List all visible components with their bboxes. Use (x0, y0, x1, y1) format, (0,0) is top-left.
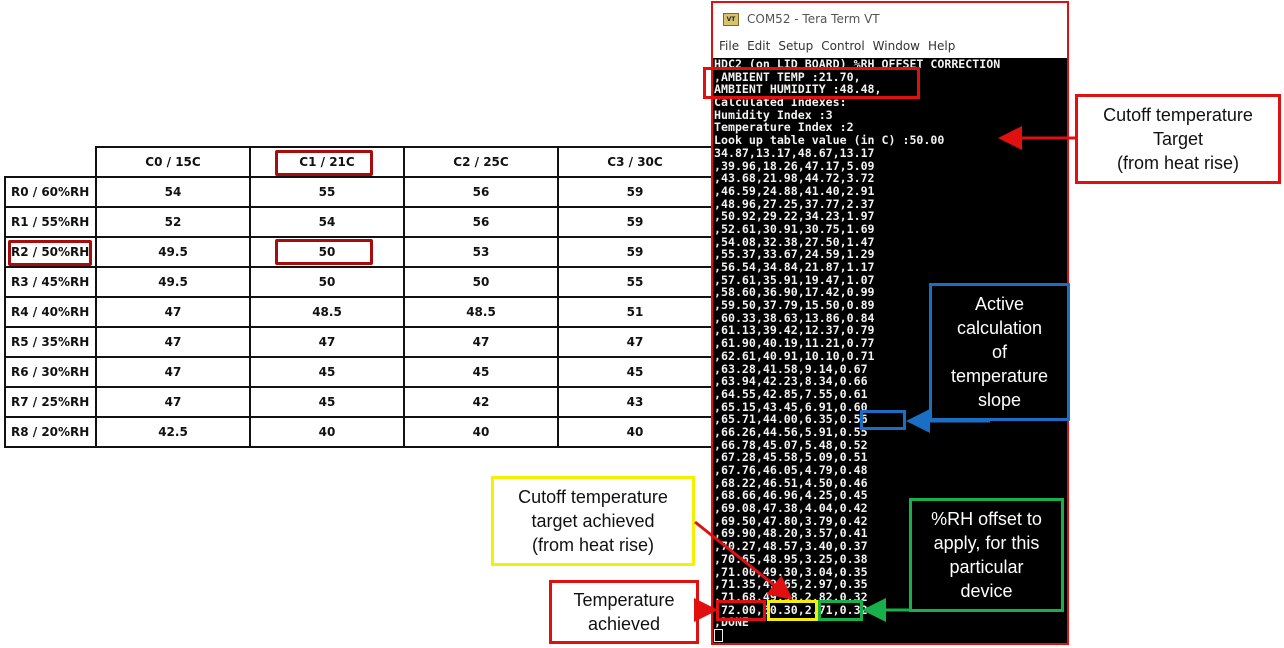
table-cell: 45 (249, 356, 405, 388)
row-label: R4 / 40%RH (4, 296, 97, 328)
menu-setup[interactable]: Setup (778, 39, 813, 53)
table-cell: 54 (249, 206, 405, 238)
column-header-highlighted: C1 / 21C (249, 146, 405, 178)
table-cell: 47 (249, 326, 405, 358)
terminal-cursor-line (714, 628, 1067, 642)
table-cell: 53 (403, 236, 559, 268)
table-cell: 40 (403, 416, 559, 448)
row-label: R6 / 30%RH (4, 356, 97, 388)
terminal-line: Look up table value (in C) :50.00 (714, 133, 945, 148)
table-cell: 55 (557, 266, 713, 298)
menu-bar: File Edit Setup Control Window Help (713, 35, 1067, 57)
table-header-row: C0 / 15C C1 / 21C C2 / 25C C3 / 30C (5, 146, 713, 178)
table-cell: 52 (95, 206, 251, 238)
table-row: R6 / 30%RH 47 45 45 45 (4, 356, 713, 388)
row-label: R1 / 55%RH (4, 206, 97, 238)
table-cell: 50 (249, 236, 405, 268)
terminal-line: ,52.61,30.91,30.75,1.69 (714, 221, 875, 236)
row-label: R8 / 20%RH (4, 416, 97, 448)
lookup-table: C0 / 15C C1 / 21C C2 / 25C C3 / 30C R0 /… (4, 146, 713, 448)
table-cell: 42 (403, 386, 559, 418)
table-cell: 48.5 (249, 296, 405, 328)
table-cell-value: 50 (318, 245, 336, 259)
table-cell: 47 (557, 326, 713, 358)
table-row: R8 / 20%RH 42.5 40 40 40 (4, 416, 713, 448)
table-cell: 55 (249, 176, 405, 208)
callout-text: Temperature achieved (573, 590, 675, 634)
terminal-line: ,43.68,21.98,44.72,3.72 (714, 171, 875, 186)
row-label: R7 / 25%RH (4, 386, 97, 418)
table-cell: 59 (557, 206, 713, 238)
callout-temperature-achieved: Temperature achieved (549, 580, 699, 644)
table-cell: 45 (249, 386, 405, 418)
table-row: R2 / 50%RH 49.5 50 53 59 (4, 236, 713, 268)
terminal-line: ,46.59,24.88,41.40,2.91 (714, 183, 875, 198)
menu-edit[interactable]: Edit (747, 39, 770, 53)
window-title: COM52 - Tera Term VT (747, 12, 880, 26)
table-cell: 47 (403, 326, 559, 358)
menu-help[interactable]: Help (928, 39, 955, 53)
callout-active-slope: Active calculation of temperature slope (929, 283, 1070, 421)
callout-cutoff-achieved: Cutoff temperature target achieved (from… (491, 476, 695, 566)
table-corner (5, 147, 97, 178)
terminal-line: Calculated Indexes: (714, 95, 847, 110)
table-cell: 42.5 (95, 416, 251, 448)
row-label: R0 / 60%RH (4, 176, 97, 208)
column-header-label: C1 / 21C (299, 155, 355, 169)
row-label-text: R2 / 50%RH (11, 245, 90, 259)
column-header: C3 / 30C (557, 146, 713, 178)
table-row: R7 / 25%RH 47 45 42 43 (4, 386, 713, 418)
table-cell: 56 (403, 206, 559, 238)
table-cell: 47 (95, 326, 251, 358)
menu-file[interactable]: File (719, 39, 739, 53)
table-cell: 59 (557, 176, 713, 208)
callout-text: Active calculation of temperature slope (950, 294, 1049, 410)
menu-control[interactable]: Control (821, 39, 864, 53)
table-cell: 56 (403, 176, 559, 208)
table-cell: 40 (557, 416, 713, 448)
table-cell: 45 (403, 356, 559, 388)
menu-window[interactable]: Window (873, 39, 920, 53)
column-header: C0 / 15C (95, 146, 251, 178)
callout-cutoff-target: Cutoff temperature Target (from heat ris… (1075, 94, 1281, 184)
terminal-line: ,DONE (714, 615, 749, 630)
terminal-line: ,56.54,34.84,21.87,1.17 (714, 260, 875, 274)
table-row: R4 / 40%RH 47 48.5 48.5 51 (4, 296, 713, 328)
terminal-line: ,66.26,44.56,5.91,0.55 (714, 424, 868, 439)
terminal-line: ,67.76,46.05,4.79,0.48 (714, 463, 868, 477)
terminal-line: HDC2 (on LID BOARD) %RH OFFSET CORRECTIO… (714, 58, 1001, 71)
table-cell: 50 (249, 266, 405, 298)
table-cell: 50 (403, 266, 559, 298)
title-bar: VT COM52 - Tera Term VT (713, 3, 1067, 35)
row-label: R5 / 35%RH (4, 326, 97, 358)
callout-rh-offset: %RH offset to apply, for this particular… (909, 498, 1064, 612)
tera-term-app-icon: VT (723, 12, 739, 26)
callout-text: %RH offset to apply, for this particular… (931, 509, 1042, 601)
table-row: R1 / 55%RH 52 54 56 59 (4, 206, 713, 238)
terminal-line: 34.87,13.17,48.67,13.17 (714, 145, 875, 160)
table-cell: 47 (95, 386, 251, 418)
table-cell: 51 (557, 296, 713, 328)
row-label: R3 / 45%RH (4, 266, 97, 298)
table-cell: 54 (95, 176, 251, 208)
table-cell: 49.5 (95, 266, 251, 298)
callout-text: Cutoff temperature target achieved (from… (518, 487, 668, 555)
table-cell: 49.5 (95, 236, 251, 268)
cursor-icon (714, 628, 723, 642)
table-cell: 43 (557, 386, 713, 418)
row-label: R2 / 50%RH (4, 236, 97, 268)
table-row: R3 / 45%RH 49.5 50 50 55 (4, 266, 713, 298)
table-cell: 47 (95, 356, 251, 388)
table-cell: 40 (249, 416, 405, 448)
table-cell: 47 (95, 296, 251, 328)
table-cell: 45 (557, 356, 713, 388)
column-header: C2 / 25C (403, 146, 559, 178)
callout-text: Cutoff temperature Target (from heat ris… (1103, 105, 1253, 173)
table-row: R0 / 60%RH 54 55 56 59 (4, 176, 713, 208)
table-cell: 48.5 (403, 296, 559, 328)
table-cell: 59 (557, 236, 713, 268)
table-row: R5 / 35%RH 47 47 47 47 (4, 326, 713, 358)
